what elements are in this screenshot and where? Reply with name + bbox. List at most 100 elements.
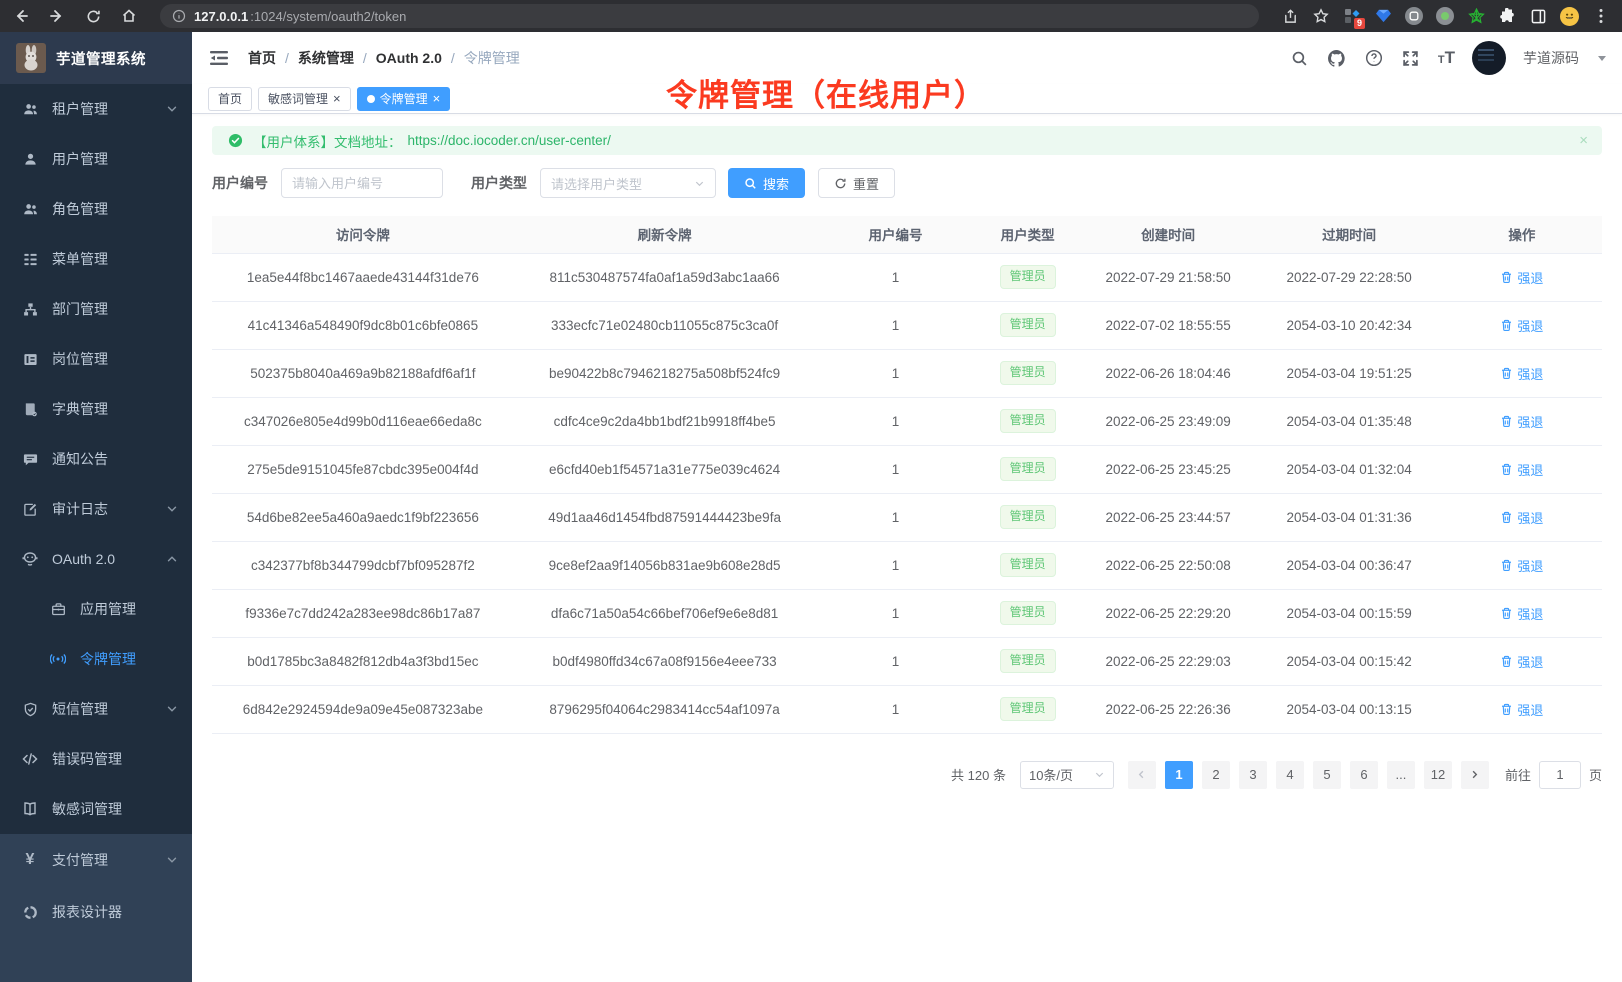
column-header: 用户类型 [976,216,1080,253]
page-button-4[interactable]: 4 [1276,761,1304,789]
breadcrumb-item[interactable]: 首页 [248,48,276,68]
table-row: 1ea5e44f8bc1467aaede43144f31de76811c5304… [212,253,1602,301]
extension-icon-sidepanel[interactable] [1529,7,1547,25]
app-logo[interactable]: 芋道管理系统 [0,32,192,84]
sidebar-item-tree[interactable]: 菜单管理 [0,234,192,284]
sidebar-item-org[interactable]: 部门管理 [0,284,192,334]
refresh-token-cell: 333ecfc71e02480cb11055c875c3ca0f [514,301,816,349]
page-button-5[interactable]: 5 [1313,761,1341,789]
sidebar-item-robot[interactable]: OAuth 2.0 [0,534,192,584]
tab-active-tag[interactable]: 令牌管理× [357,87,451,111]
access-token-cell: c342377bf8b344799dcbf7bf095287f2 [212,541,514,589]
share-icon[interactable] [1281,7,1299,25]
breadcrumb-item: 令牌管理 [464,48,520,68]
page-button-1[interactable]: 1 [1165,761,1193,789]
sidebar-item-badge[interactable]: 岗位管理 [0,334,192,384]
sidebar-item-user[interactable]: 用户管理 [0,134,192,184]
profile-avatar-emoji[interactable] [1560,7,1579,26]
user-id-cell: 1 [815,493,975,541]
tab-close-icon[interactable]: × [333,92,341,105]
force-logout-button[interactable]: 强退 [1500,700,1543,719]
tab-close-icon[interactable]: × [433,92,441,105]
expire-time-cell: 2022-07-29 22:28:50 [1257,253,1442,301]
page-button-3[interactable]: 3 [1239,761,1267,789]
tab-tag[interactable]: 敏感词管理× [258,87,351,111]
force-logout-button[interactable]: 强退 [1500,364,1543,383]
user-id-cell: 1 [815,541,975,589]
access-token-cell: 54d6be82ee5a460a9aedc1f9bf223656 [212,493,514,541]
prev-page-button[interactable] [1128,761,1156,789]
sidebar-item-users[interactable]: 租户管理 [0,84,192,134]
sidebar-item-code[interactable]: 错误码管理 [0,734,192,784]
browser-menu-dots-icon[interactable] [1592,7,1610,25]
force-logout-button[interactable]: 强退 [1500,412,1543,431]
sidebar-item-dict[interactable]: 字典管理 [0,384,192,434]
sidebar-item-token[interactable]: 令牌管理 [0,634,192,684]
chevron-down-icon [694,178,705,189]
force-logout-button[interactable]: 强退 [1500,508,1543,527]
fullscreen-icon[interactable] [1401,48,1421,68]
home-icon[interactable] [120,7,138,25]
force-logout-button[interactable]: 强退 [1500,652,1543,671]
trash-icon [1500,463,1513,476]
bookmark-star-icon[interactable] [1312,7,1330,25]
address-bar[interactable]: 127.0.0.1:1024/system/oauth2/token [160,4,1259,28]
sidebar-item-roles[interactable]: 角色管理 [0,184,192,234]
user-name[interactable]: 芋道源码 [1523,48,1579,68]
table-row: c347026e805e4d99b0d116eae66eda8ccdfc4ce9… [212,397,1602,445]
user-type-select[interactable]: 请选择用户类型 [540,168,716,198]
sidebar-item-design[interactable]: 报表设计器 [0,886,192,938]
force-logout-button[interactable]: 强退 [1500,556,1543,575]
extension-icon-recorder[interactable] [1436,7,1454,25]
goto-page-input[interactable] [1539,761,1581,789]
extension-icon-puzzle[interactable] [1498,7,1516,25]
alert-close-icon[interactable]: × [1579,132,1588,149]
search-button[interactable]: 搜索 [728,168,805,198]
sidebar-item-app[interactable]: 应用管理 [0,584,192,634]
help-icon[interactable] [1364,48,1384,68]
refresh-token-cell: 8796295f04064c2983414cc54af1097a [514,685,816,733]
sidebar-item-label: 错误码管理 [52,749,122,769]
sidebar-item-notice[interactable]: 通知公告 [0,434,192,484]
column-header: 创建时间 [1080,216,1257,253]
page-button-12[interactable]: 12 [1424,761,1452,789]
active-dot-icon [367,95,375,103]
breadcrumb-item[interactable]: 系统管理 [298,48,354,68]
alert-doc-link[interactable]: https://doc.iocoder.cn/user-center/ [408,133,611,148]
force-logout-button[interactable]: 强退 [1500,316,1543,335]
page-size-select[interactable]: 10条/页 [1020,761,1114,789]
sidebar-item-shield[interactable]: 短信管理 [0,684,192,734]
tab-tag[interactable]: 首页 [208,87,252,111]
font-size-icon[interactable]: TT [1438,48,1455,68]
sidebar-item-yen[interactable]: ¥支付管理 [0,834,192,886]
sidebar-group: 租户管理用户管理角色管理菜单管理部门管理岗位管理字典管理通知公告审计日志OAut… [0,84,192,834]
page-ellipsis[interactable]: ... [1387,761,1415,789]
reload-icon[interactable] [84,7,102,25]
next-page-button[interactable] [1461,761,1489,789]
user-menu-caret-icon[interactable] [1598,56,1606,61]
expire-time-cell: 2054-03-04 19:51:25 [1257,349,1442,397]
reset-button[interactable]: 重置 [818,168,895,198]
github-icon[interactable] [1327,48,1347,68]
sidebar-item-book[interactable]: 敏感词管理 [0,784,192,834]
extension-icon-gem[interactable] [1374,7,1392,25]
force-logout-button[interactable]: 强退 [1500,604,1543,623]
user-id-input[interactable] [281,168,443,198]
collapse-sidebar-icon[interactable] [208,47,230,69]
page-button-6[interactable]: 6 [1350,761,1378,789]
extension-icon-tampermonkey[interactable]: 9 [1343,7,1361,25]
site-info-icon[interactable] [172,9,186,23]
breadcrumb-item[interactable]: OAuth 2.0 [376,50,442,66]
page-button-2[interactable]: 2 [1202,761,1230,789]
extension-icon-shortcuts[interactable] [1405,7,1423,25]
search-icon[interactable] [1290,48,1310,68]
force-logout-button[interactable]: 强退 [1500,268,1543,287]
user-avatar[interactable] [1472,41,1506,75]
sidebar-item-log[interactable]: 审计日志 [0,484,192,534]
back-icon[interactable] [12,7,30,25]
table-row: b0d1785bc3a8482f812db4a3f3bd15ecb0df4980… [212,637,1602,685]
roles-icon [22,201,38,217]
extension-icon-green-star[interactable] [1467,7,1485,25]
forward-icon[interactable] [48,7,66,25]
force-logout-button[interactable]: 强退 [1500,460,1543,479]
